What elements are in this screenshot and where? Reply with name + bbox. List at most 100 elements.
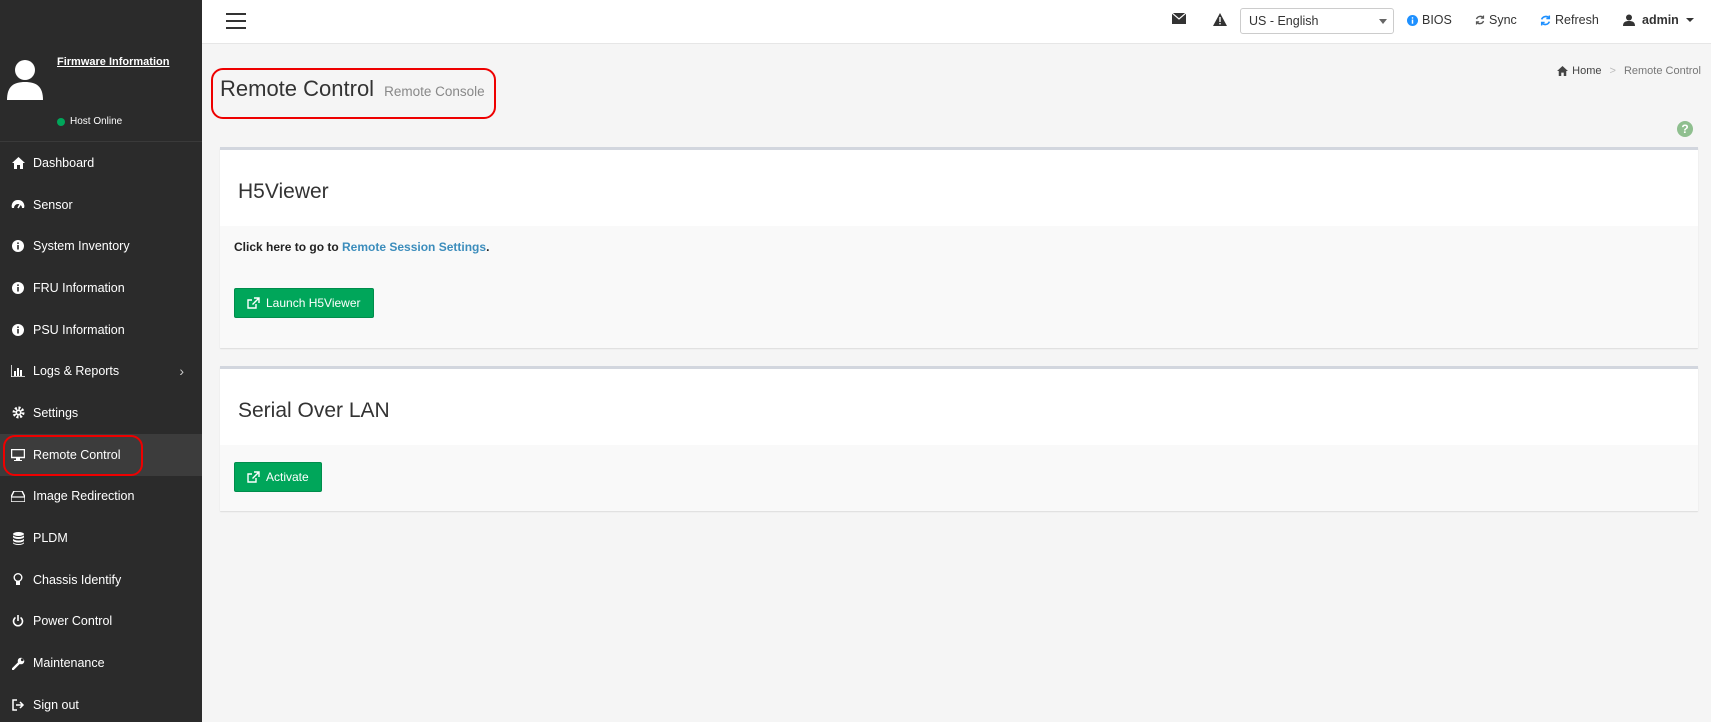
warning-icon <box>1213 13 1227 26</box>
h5viewer-heading: H5Viewer <box>238 180 329 203</box>
sidebar-item-label: Maintenance <box>33 656 105 671</box>
serial-over-lan-body: Activate <box>220 445 1698 511</box>
sidebar-item-label: PLDM <box>33 531 68 546</box>
menu-toggle-icon[interactable] <box>226 13 246 29</box>
sidebar-item-label: Power Control <box>33 614 113 629</box>
breadcrumb-current: Remote Control <box>1623 65 1701 77</box>
launch-h5viewer-button[interactable]: Launch H5Viewer <box>234 288 374 318</box>
info-circle-icon <box>11 239 25 253</box>
refresh-button[interactable]: Refresh <box>1540 13 1599 27</box>
sidebar-item-label: Chassis Identify <box>33 572 122 587</box>
sidebar-item-system-inventory[interactable]: System Inventory <box>0 225 202 267</box>
sidebar-item-label: PSU Information <box>33 322 125 337</box>
remote-session-text-suffix: . <box>486 240 490 254</box>
database-icon <box>11 531 25 545</box>
chevron-right-icon: › <box>179 363 184 380</box>
gear-icon <box>11 406 25 420</box>
external-link-icon <box>247 471 260 483</box>
sidebar-item-chassis-identify[interactable]: Chassis Identify <box>0 559 202 601</box>
page-subtitle: Remote Console <box>384 84 485 99</box>
power-icon <box>11 614 25 628</box>
info-circle-icon <box>11 323 25 337</box>
sidebar-item-logs-reports[interactable]: Logs & Reports › <box>0 350 202 392</box>
bios-button[interactable]: BIOS <box>1407 13 1452 27</box>
h5viewer-panel: H5Viewer Click here to go to Remote Sess… <box>220 147 1698 348</box>
lightbulb-icon <box>11 573 25 587</box>
top-navbar: US - English BIOS Sync Refresh admin <box>202 0 1711 44</box>
sidebar-item-sign-out[interactable]: Sign out <box>0 684 202 722</box>
status-dot-icon <box>57 117 65 126</box>
bar-chart-icon <box>11 364 25 378</box>
launch-h5viewer-label: Launch H5Viewer <box>266 296 361 310</box>
sidebar-item-label: Dashboard <box>33 155 95 170</box>
sidebar-item-label: Remote Control <box>33 447 121 462</box>
sidebar-nav: Dashboard Sensor System Inventory FRU In… <box>0 142 202 722</box>
envelope-icon <box>1172 13 1186 24</box>
home-icon <box>1557 66 1569 76</box>
sidebar-item-remote-control[interactable]: Remote Control <box>0 433 202 476</box>
remote-session-settings-link[interactable]: Remote Session Settings <box>342 240 486 254</box>
refresh-icon <box>1540 15 1551 25</box>
messages-button[interactable] <box>1172 13 1186 24</box>
user-avatar-icon <box>7 60 43 100</box>
serial-over-lan-heading: Serial Over LAN <box>238 399 390 422</box>
remote-session-text: Click here to go to Remote Session Setti… <box>234 240 1684 254</box>
language-select-value: US - English <box>1249 14 1319 28</box>
hdd-icon <box>11 489 25 503</box>
host-status-label: Host Online <box>70 116 123 127</box>
wrench-icon <box>11 656 25 670</box>
sync-icon <box>1475 15 1485 25</box>
caret-down-icon <box>1379 19 1387 24</box>
sidebar-item-fru-information[interactable]: FRU Information <box>0 267 202 309</box>
sync-label: Sync <box>1489 13 1517 27</box>
help-icon[interactable]: ? <box>1677 121 1693 137</box>
sign-out-icon <box>11 698 25 712</box>
sidebar-item-label: Sensor <box>33 197 73 212</box>
bios-label: BIOS <box>1422 13 1452 27</box>
host-status: Host Online <box>57 116 122 127</box>
sidebar-item-sensor[interactable]: Sensor <box>0 184 202 226</box>
sidebar-item-label: FRU Information <box>33 280 125 295</box>
info-circle-icon <box>11 281 25 295</box>
breadcrumb-home-label: Home <box>1572 65 1602 77</box>
activate-label: Activate <box>266 470 309 484</box>
sidebar-item-label: Image Redirection <box>33 489 135 504</box>
user-panel: Firmware Information Host Online <box>0 0 202 142</box>
page-title: Remote Control <box>220 76 375 101</box>
desktop-icon <box>11 448 25 462</box>
external-link-icon <box>247 297 260 309</box>
page-header: Remote Control Remote Console <box>220 76 485 102</box>
sidebar-item-label: Logs & Reports <box>33 364 120 379</box>
breadcrumb: Home > Remote Control <box>1557 65 1701 77</box>
firmware-information-link[interactable]: Firmware Information <box>57 56 169 68</box>
sidebar-item-image-redirection[interactable]: Image Redirection <box>0 476 202 518</box>
activate-button[interactable]: Activate <box>234 462 322 492</box>
breadcrumb-home[interactable]: Home <box>1557 65 1602 77</box>
breadcrumb-separator: > <box>1609 65 1616 77</box>
sidebar-item-label: Sign out <box>33 697 79 712</box>
user-menu[interactable]: admin <box>1623 13 1694 27</box>
main-content: Remote Control Remote Console Home > Rem… <box>202 44 1711 722</box>
sync-button[interactable]: Sync <box>1475 13 1517 27</box>
sidebar-item-pldm[interactable]: PLDM <box>0 517 202 559</box>
info-circle-icon <box>1407 14 1418 26</box>
h5viewer-body: Click here to go to Remote Session Setti… <box>220 226 1698 348</box>
sidebar-item-dashboard[interactable]: Dashboard <box>0 142 202 184</box>
alerts-button[interactable] <box>1213 13 1227 26</box>
sidebar-item-settings[interactable]: Settings <box>0 392 202 434</box>
sidebar-item-maintenance[interactable]: Maintenance <box>0 642 202 684</box>
sidebar-item-label: System Inventory <box>33 239 130 254</box>
caret-down-icon <box>1685 18 1694 22</box>
tachometer-icon <box>11 198 25 212</box>
sidebar-item-psu-information[interactable]: PSU Information <box>0 309 202 351</box>
language-select[interactable]: US - English <box>1240 8 1394 34</box>
sidebar-item-label: Settings <box>33 405 79 420</box>
remote-session-text-prefix: Click here to go to <box>234 240 343 254</box>
serial-over-lan-panel: Serial Over LAN Activate <box>220 366 1698 511</box>
refresh-label: Refresh <box>1555 13 1599 27</box>
user-label: admin <box>1642 13 1679 27</box>
home-icon <box>11 156 25 170</box>
sidebar-item-power-control[interactable]: Power Control <box>0 601 202 643</box>
user-icon <box>1623 14 1635 26</box>
sidebar: Firmware Information Host Online Dashboa… <box>0 0 202 722</box>
